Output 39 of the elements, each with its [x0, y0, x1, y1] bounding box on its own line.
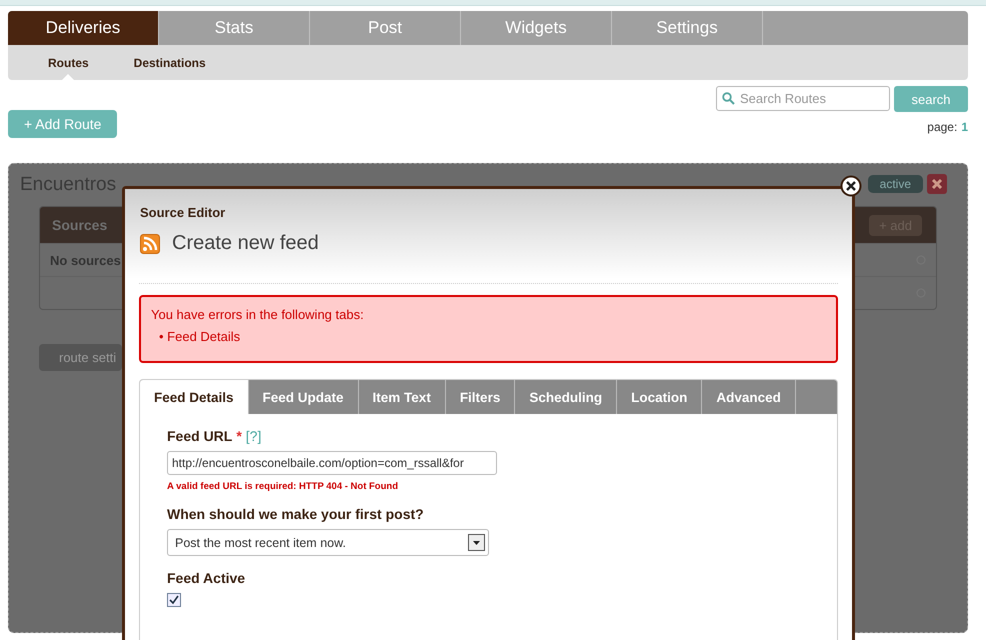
dialog-title: Create new feed — [172, 232, 319, 255]
search-icon — [722, 92, 735, 105]
error-item: • Feed Details — [159, 329, 242, 344]
nav-tab[interactable]: Post — [310, 11, 461, 45]
help-link[interactable]: [?] — [246, 428, 262, 444]
checkbox[interactable] — [167, 593, 181, 607]
delete-icon[interactable] — [927, 174, 947, 194]
form-tab[interactable]: Feed Details — [140, 380, 249, 414]
page-label: page: — [927, 120, 958, 134]
empty-text: No sources — [50, 252, 121, 268]
dialog-heading: Source Editor — [140, 205, 226, 220]
form-tab[interactable]: Filters — [446, 380, 516, 414]
form-tab[interactable]: Feed Update — [248, 380, 359, 414]
nav-tab[interactable]: Settings — [612, 11, 763, 45]
field-label: When should we make your first post? — [167, 506, 424, 522]
nav-tab[interactable]: Deliveries — [8, 11, 159, 45]
rss-icon — [140, 234, 160, 254]
sub-tab[interactable]: Routes — [48, 45, 89, 80]
field-label: Feed URL — [167, 428, 232, 444]
required-mark: * — [236, 428, 242, 444]
search-button[interactable]: search — [894, 86, 968, 112]
sub-tab[interactable]: Destinations — [134, 45, 206, 80]
field-label: Feed Active — [167, 570, 246, 586]
post-dropdown[interactable]: Post the most recent item now. — [167, 529, 489, 556]
error-message: You have errors in the following tabs: — [151, 307, 365, 322]
add-route-button[interactable]: + Add Route — [8, 110, 118, 138]
form-tab[interactable]: Location — [617, 380, 702, 414]
nav-tab[interactable]: Stats — [159, 11, 310, 45]
form-tab[interactable]: Item Text — [358, 380, 446, 414]
form-tab[interactable]: Advanced — [702, 380, 796, 414]
search-field[interactable]: Search Routes — [716, 86, 890, 111]
error-text: A valid feed URL is required: HTTP 404 - Not Found — [167, 481, 400, 492]
status-badge[interactable]: active — [868, 175, 923, 193]
page-link[interactable]: 1 — [961, 120, 968, 134]
route-settings-button[interactable]: route setti — [39, 344, 122, 371]
nav-tab[interactable]: Widgets — [461, 11, 612, 45]
panel-title: Sources — [52, 217, 108, 233]
form-tab[interactable]: Scheduling — [515, 380, 618, 414]
feed-url-field[interactable]: http://encuentrosconelbaile.com/option=com_rssall&for — [167, 451, 497, 475]
